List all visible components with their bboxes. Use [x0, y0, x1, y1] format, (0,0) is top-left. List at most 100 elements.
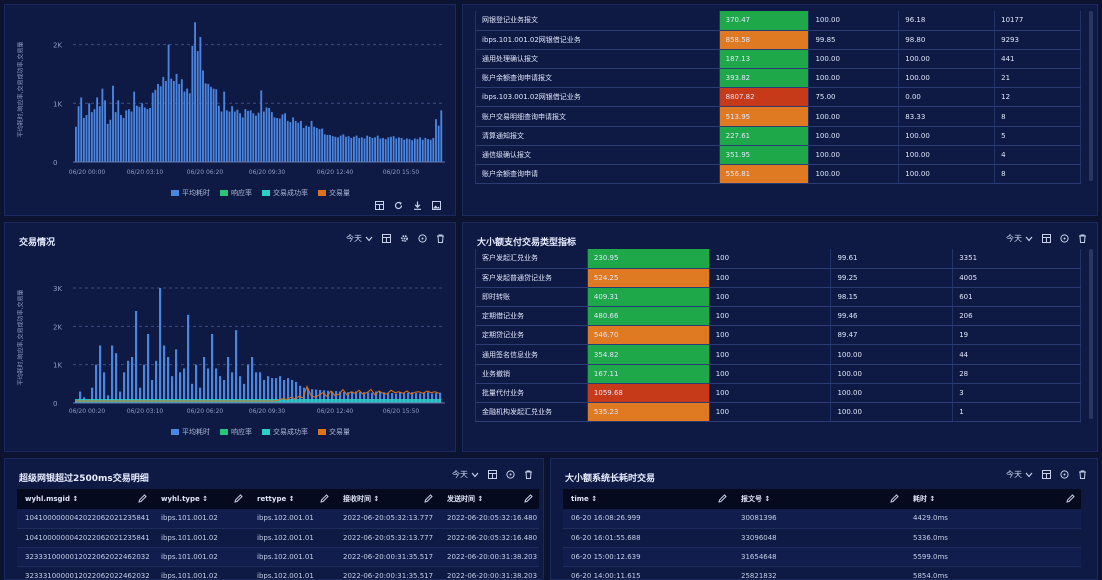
bar[interactable] — [228, 111, 231, 162]
bar[interactable] — [80, 97, 83, 162]
bar[interactable] — [106, 123, 109, 162]
bar[interactable] — [143, 107, 146, 162]
bar[interactable] — [183, 91, 186, 162]
table-row[interactable]: 3233310000012022062022462032 ibps.101.001… — [17, 547, 539, 567]
bar[interactable] — [90, 112, 93, 162]
bar[interactable] — [270, 112, 273, 162]
bar[interactable] — [215, 89, 218, 162]
table-row[interactable]: 网银登记业务报文 370.47 100.00 96.18 10177 — [475, 11, 1081, 31]
bar[interactable] — [179, 372, 182, 403]
bar[interactable] — [405, 138, 408, 162]
bar[interactable] — [374, 137, 377, 162]
bar[interactable] — [143, 364, 146, 403]
bar[interactable] — [122, 117, 125, 162]
bar[interactable] — [171, 376, 174, 403]
edit-icon[interactable] — [890, 494, 899, 505]
bar[interactable] — [95, 364, 98, 403]
bar[interactable] — [384, 139, 387, 162]
bar[interactable] — [251, 357, 254, 403]
bar[interactable] — [188, 93, 191, 162]
bar[interactable] — [127, 109, 130, 162]
bar[interactable] — [82, 117, 85, 162]
bar[interactable] — [286, 120, 289, 162]
table-row[interactable]: 账户余额查询申请报文 393.82 100.00 100.00 21 — [475, 68, 1081, 89]
sort-icon[interactable]: ↕ — [70, 495, 78, 503]
sort-icon[interactable]: ↕ — [371, 495, 379, 503]
edit-icon[interactable] — [234, 494, 243, 505]
image-icon[interactable] — [432, 201, 441, 213]
edit-icon[interactable] — [524, 494, 533, 505]
bar[interactable] — [186, 88, 189, 162]
sort-icon[interactable]: ↕ — [927, 495, 935, 503]
bar[interactable] — [223, 91, 226, 162]
column-header[interactable]: time ↕ — [563, 489, 733, 509]
bar[interactable] — [120, 115, 122, 162]
bar[interactable] — [352, 136, 355, 162]
bar[interactable] — [220, 111, 223, 162]
bar[interactable] — [191, 45, 194, 162]
download-icon[interactable] — [413, 201, 422, 213]
bar[interactable] — [429, 139, 432, 162]
bar[interactable] — [231, 106, 234, 162]
bar[interactable] — [363, 138, 366, 162]
bar[interactable] — [233, 111, 236, 162]
bar[interactable] — [244, 109, 247, 162]
bar[interactable] — [307, 126, 310, 162]
bar[interactable] — [155, 360, 158, 403]
bar[interactable] — [387, 137, 390, 162]
bar[interactable] — [382, 137, 384, 162]
bar[interactable] — [125, 110, 128, 162]
bar[interactable] — [339, 135, 342, 162]
bar[interactable] — [85, 115, 88, 162]
bar[interactable] — [297, 122, 300, 162]
bar[interactable] — [217, 105, 220, 162]
table-row[interactable]: ibps.101.001.02网银借记业务 858.58 99.85 98.80 929… — [475, 30, 1081, 50]
bar[interactable] — [255, 372, 258, 403]
bar[interactable] — [207, 368, 210, 404]
legend-item-volume[interactable]: 交易量 — [318, 188, 350, 198]
bar[interactable] — [115, 353, 118, 403]
info-icon[interactable] — [506, 470, 515, 479]
bar[interactable] — [294, 120, 297, 162]
bar[interactable] — [318, 129, 321, 162]
sort-icon[interactable]: ↕ — [200, 495, 208, 503]
column-header[interactable]: rettype ↕ — [249, 489, 335, 509]
bar[interactable] — [413, 138, 416, 162]
bar[interactable] — [112, 85, 114, 162]
bar[interactable] — [300, 120, 302, 162]
bar[interactable] — [427, 139, 429, 162]
bar[interactable] — [305, 125, 308, 162]
bar[interactable] — [236, 109, 239, 162]
bar[interactable] — [358, 137, 361, 162]
bar[interactable] — [196, 51, 199, 162]
bar[interactable] — [104, 100, 106, 162]
legend-item-volume[interactable]: 交易量 — [318, 427, 350, 437]
bar[interactable] — [437, 125, 440, 162]
info-icon[interactable] — [1060, 234, 1069, 243]
table-row[interactable]: 定期贷记业务 546.70 100 89.47 19 — [475, 325, 1081, 346]
table-row[interactable]: 1041000000042022062021235841 ibps.101.001… — [17, 509, 539, 529]
scrollbar[interactable] — [1089, 249, 1093, 419]
bar[interactable] — [397, 137, 400, 162]
bar[interactable] — [416, 139, 419, 162]
edit-icon[interactable] — [424, 494, 433, 505]
table-row[interactable]: 通用签名信息业务 354.82 100 100.00 44 — [475, 344, 1081, 365]
table-row[interactable]: 06-20 16:08:26.999 30081396 4429.0ms — [563, 509, 1081, 529]
bar[interactable] — [262, 111, 265, 162]
bar[interactable] — [151, 92, 154, 162]
bar[interactable] — [239, 113, 241, 162]
bar[interactable] — [281, 114, 284, 162]
date-range-select[interactable]: 今天 — [1006, 469, 1033, 480]
bar[interactable] — [392, 136, 395, 162]
bar[interactable] — [239, 376, 242, 403]
table-row[interactable]: 通用处理确认报文 187.13 100.00 100.00 441 — [475, 49, 1081, 70]
bar[interactable] — [267, 376, 270, 403]
bar[interactable] — [130, 111, 133, 162]
legend-item-avg[interactable]: 平均耗时 — [171, 188, 210, 198]
bar[interactable] — [350, 137, 353, 162]
bar[interactable] — [289, 122, 292, 162]
bar[interactable] — [276, 117, 279, 162]
bar[interactable] — [219, 376, 222, 403]
bar[interactable] — [424, 137, 427, 162]
table-view-icon[interactable] — [1042, 470, 1051, 479]
